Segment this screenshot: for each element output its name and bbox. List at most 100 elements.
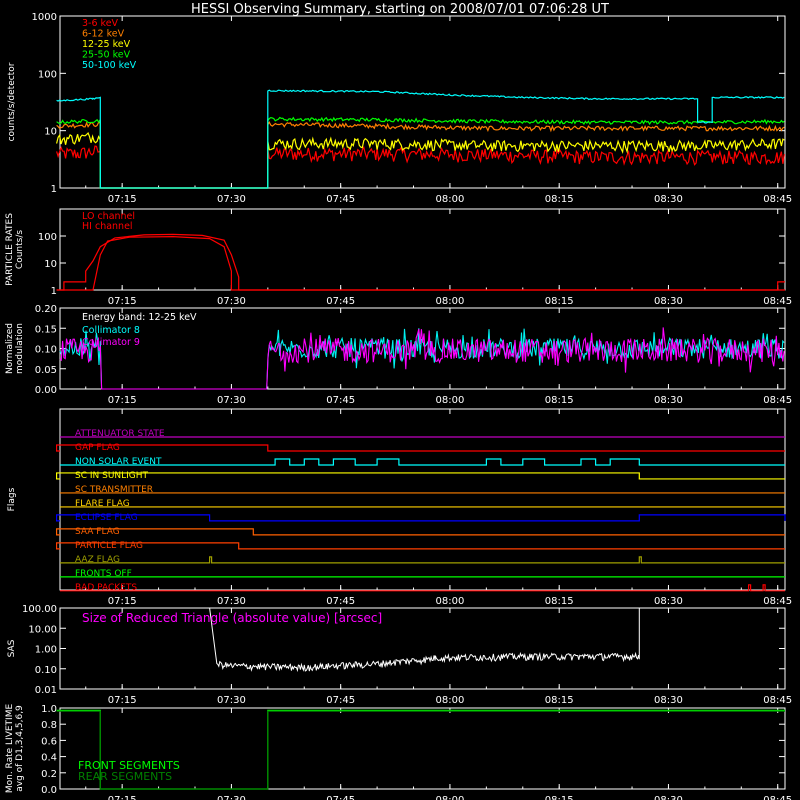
y-tick-label: 10.00 xyxy=(28,624,57,635)
y-tick-label: 10 xyxy=(44,127,57,138)
x-tick-label: 07:15 xyxy=(108,596,137,607)
y-tick-label: 1.0 xyxy=(41,704,57,715)
flag-label: ATTENUATOR STATE xyxy=(75,429,165,439)
flag-label: SAA FLAG xyxy=(75,527,120,537)
series-line xyxy=(56,145,785,189)
livetime-panel: 07:15 07:30 07:45 08:00 08:15 08:30 08:45 0.0 0.… xyxy=(5,704,792,800)
flag-label: AAZ FLAG xyxy=(75,555,120,565)
y-axis-label: Counts/s xyxy=(15,230,25,269)
x-tick-label: 07:15 xyxy=(108,296,137,307)
y-tick-label: 0.6 xyxy=(41,736,57,747)
x-tick-label: 07:30 xyxy=(217,596,246,607)
flag-label: NON SOLAR EVENT xyxy=(75,457,162,467)
legend-entry: Collimator 9 xyxy=(82,337,140,348)
y-axis-label: Mon. Rate LIVETIME xyxy=(5,704,15,794)
flag-label: BAD PACKETS xyxy=(75,583,137,593)
flag-line xyxy=(60,556,785,564)
x-tick-label: 07:15 xyxy=(108,395,137,406)
sas-annotation: Size of Reduced Triangle (absolute value… xyxy=(82,611,382,625)
series-line xyxy=(56,89,785,189)
series-line xyxy=(59,327,785,390)
x-tick-label: 08:00 xyxy=(436,296,465,307)
y-tick-label: 0.05 xyxy=(35,365,57,376)
flag-line xyxy=(60,458,785,466)
series-line xyxy=(56,233,785,291)
x-tick-label: 07:45 xyxy=(326,795,355,800)
series-line xyxy=(56,132,785,189)
y-axis-label: PARTICLE RATES xyxy=(5,213,15,286)
y-axis-label: Normalized xyxy=(5,323,15,374)
y-tick-label: 1 xyxy=(51,184,57,195)
flag-line xyxy=(56,444,785,452)
y-axis-label: SAS xyxy=(7,639,17,657)
x-tick-label: 08:30 xyxy=(654,695,683,706)
x-tick-label: 07:45 xyxy=(326,194,355,205)
flag-label: SC IN SUNLIGHT xyxy=(75,471,149,481)
legend-entry: 12-25 keV xyxy=(82,39,131,50)
x-tick-label: 08:15 xyxy=(545,194,574,205)
x-tick-label: 08:15 xyxy=(545,596,574,607)
y-tick-label: 0.4 xyxy=(41,753,57,764)
legend-entry: 6-12 keV xyxy=(82,29,125,40)
modulation-panel: 07:15 07:30 07:45 08:00 08:15 08:30 08:45 0.00 0… xyxy=(5,304,792,406)
y-tick-label: 0.0 xyxy=(41,785,57,796)
flag-line xyxy=(56,472,785,480)
legend-entry: Collimator 8 xyxy=(82,325,140,336)
plot-frame xyxy=(59,15,786,189)
y-tick-label: 1000 xyxy=(32,12,57,23)
x-tick-label: 07:30 xyxy=(217,296,246,307)
y-tick-label: 0.10 xyxy=(35,345,57,356)
hessi-summary-figure: HESSI Observing Summary, starting on 200… xyxy=(5,2,792,800)
x-tick-label: 08:00 xyxy=(436,596,465,607)
x-tick-label: 07:15 xyxy=(108,194,137,205)
sas-panel: 07:15 07:30 07:45 08:00 08:15 08:30 08:45 0.01 0… xyxy=(7,604,792,706)
x-tick-label: 08:00 xyxy=(436,194,465,205)
x-tick-label: 07:45 xyxy=(326,395,355,406)
x-tick-label: 08:45 xyxy=(763,795,792,800)
x-tick-label: 07:15 xyxy=(108,795,137,800)
x-tick-label: 08:45 xyxy=(763,596,792,607)
y-tick-label: 0.10 xyxy=(35,665,57,676)
x-tick-label: 08:45 xyxy=(763,395,792,406)
y-tick-label: 0.8 xyxy=(41,720,57,731)
y-tick-label: 100 xyxy=(38,232,57,243)
x-tick-label: 08:45 xyxy=(763,194,792,205)
particle-rates-panel: 07:15 07:30 07:45 08:00 08:15 08:30 08:45 1 10 10… xyxy=(5,208,792,307)
figure-title: HESSI Observing Summary, starting on 200… xyxy=(191,2,609,17)
legend-entry: HI channel xyxy=(82,221,133,232)
x-tick-label: 08:00 xyxy=(436,695,465,706)
x-tick-label: 07:45 xyxy=(326,296,355,307)
series-line xyxy=(56,235,785,291)
y-axis-label: Flags xyxy=(7,487,17,511)
flags-panel: 07:15 07:30 07:45 08:00 08:15 08:30 08:45 Flags… xyxy=(7,408,792,607)
y-tick-label: 10 xyxy=(44,259,57,270)
x-tick-label: 08:15 xyxy=(545,296,574,307)
legend-entry: 50-100 keV xyxy=(82,60,137,71)
x-tick-label: 08:15 xyxy=(545,695,574,706)
x-tick-label: 07:30 xyxy=(217,194,246,205)
y-tick-label: 0.2 xyxy=(41,769,57,780)
y-tick-label: 1 xyxy=(51,286,57,297)
y-tick-label: 100 xyxy=(38,69,57,80)
flag-label: SC TRANSMITTER xyxy=(75,485,153,495)
legend-entry: 3-6 keV xyxy=(82,18,119,29)
x-tick-label: 08:15 xyxy=(545,795,574,800)
annotation-energy-band: Energy band: 12-25 keV xyxy=(82,312,197,323)
series-line xyxy=(56,120,785,189)
flag-label: FRONTS OFF xyxy=(75,569,132,579)
x-tick-label: 08:15 xyxy=(545,395,574,406)
x-tick-label: 08:30 xyxy=(654,596,683,607)
x-tick-label: 07:45 xyxy=(326,596,355,607)
x-tick-label: 07:30 xyxy=(217,695,246,706)
legend-entry: 25-50 keV xyxy=(82,50,131,61)
flag-label: FLARE FLAG xyxy=(75,499,130,509)
x-tick-label: 08:45 xyxy=(763,695,792,706)
flag-line xyxy=(56,542,785,550)
y-tick-label: 0.20 xyxy=(35,304,57,315)
flag-label: ECLIPSE FLAG xyxy=(75,513,138,523)
flag-label: PARTICLE FLAG xyxy=(75,541,143,551)
y-axis-label: avg of D1,3,4,5,6,9 xyxy=(15,705,25,792)
x-tick-label: 08:30 xyxy=(654,395,683,406)
count-rates-panel: 07:15 07:30 07:45 08:00 08:15 08:30 08:45 1 10 10… xyxy=(7,12,792,205)
plot-frame xyxy=(59,208,786,291)
